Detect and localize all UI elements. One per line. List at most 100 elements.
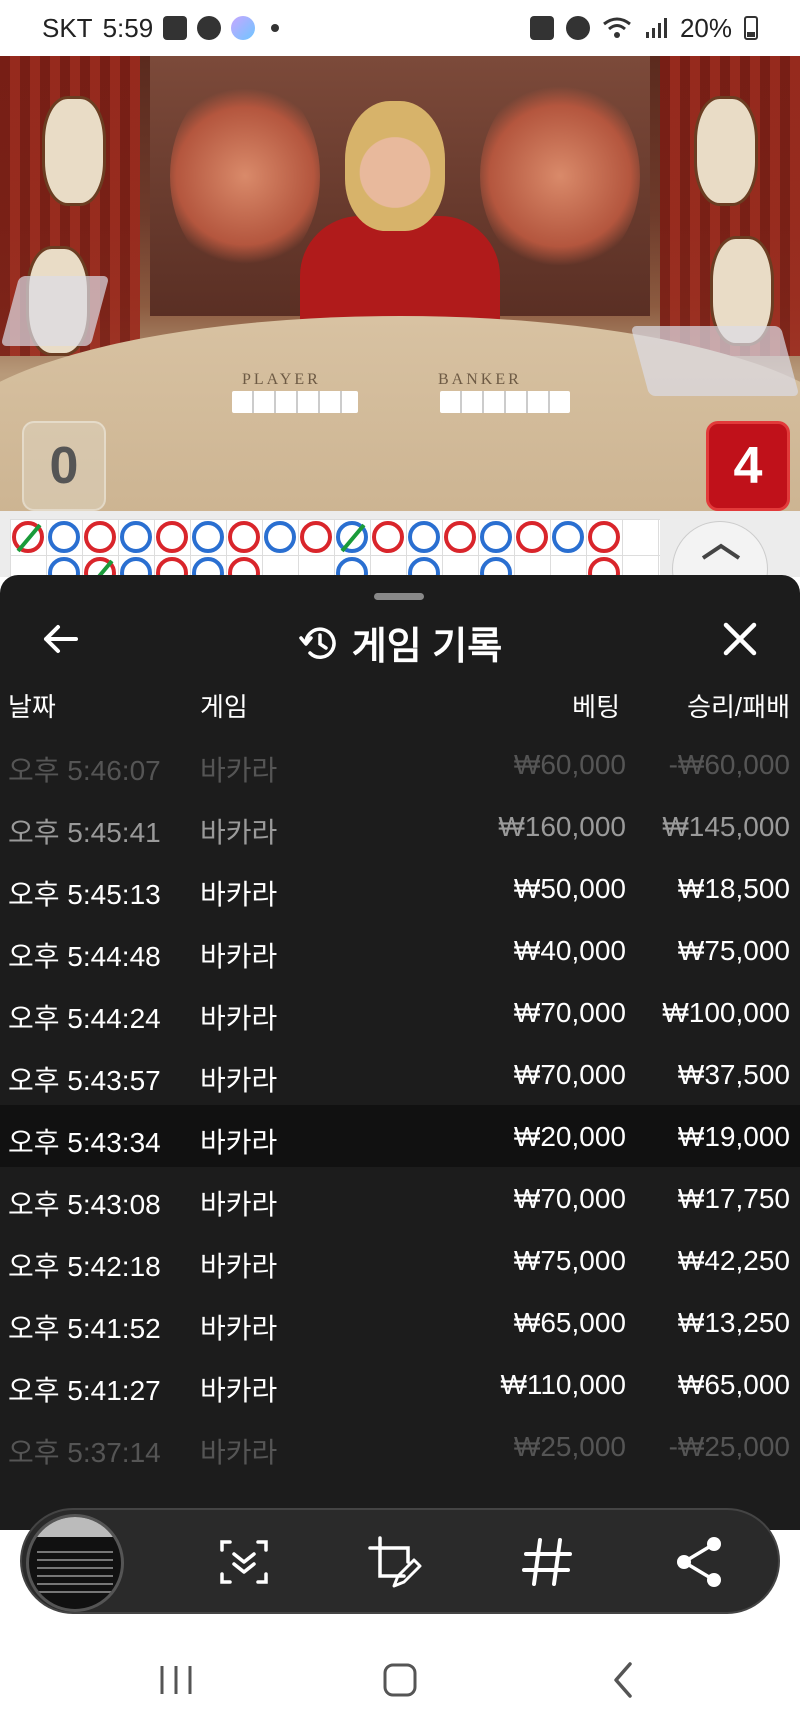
more-notifications-dot-icon [271,24,280,32]
red-bead [372,521,404,553]
blue-bead [120,557,152,577]
red-bead [12,521,44,553]
row-result: -₩60,000 [668,749,790,780]
system-navigation-bar [0,1620,800,1734]
sheet-title: 게임 기록 [351,626,503,668]
table-row[interactable]: 오후 5:41:27 바카라 ₩110,000 ₩65,000 [0,1353,800,1415]
screenshot-thumbnail[interactable] [26,1514,124,1612]
table-row[interactable]: 오후 5:44:24 바카라 ₩70,000 ₩100,000 [0,981,800,1043]
red-bead [156,557,188,577]
row-date: 오후 5:44:24 [8,1003,161,1034]
table-row[interactable]: 오후 5:45:13 바카라 ₩50,000 ₩18,500 [0,857,800,919]
history-icon [299,626,336,659]
row-date: 오후 5:43:57 [8,1065,161,1096]
table-row[interactable]: 오후 5:41:52 바카라 ₩65,000 ₩13,250 [0,1291,800,1353]
lantern-icon [42,96,106,206]
share-icon[interactable] [670,1532,730,1592]
table-row[interactable]: 오후 5:46:07 바카라 ₩60,000 -₩60,000 [0,733,800,795]
banker-table-label: BANKER [438,371,522,388]
row-game: 바카라 [200,1375,278,1406]
row-game: 바카라 [200,1251,278,1282]
back-icon[interactable] [594,1650,654,1710]
sheet-drag-handle[interactable] [374,593,424,600]
clock: 5:59 [102,12,154,43]
table-row[interactable]: 오후 5:42:18 바카라 ₩75,000 ₩42,250 [0,1229,800,1291]
history-table-header: 날짜 게임 베팅 승리/패배 [0,687,800,727]
row-game: 바카라 [200,817,278,848]
card-discard-tray [0,276,110,346]
column-header-result: 승리/패배 [687,692,790,722]
banker-cards [440,391,570,413]
screenshot-toolbar [20,1508,780,1614]
hashtag-icon[interactable] [518,1532,578,1592]
row-bet: ₩110,000 [500,1369,626,1400]
row-result: ₩18,500 [677,873,790,904]
table-row[interactable]: 오후 5:37:14 바카라 ₩25,000 -₩25,000 [0,1415,800,1477]
row-game: 바카라 [200,879,278,910]
bead-roadmap [0,511,800,577]
row-bet: ₩65,000 [513,1307,626,1338]
blue-bead [480,521,512,553]
battery-percent: 20% [679,12,732,43]
row-game: 바카라 [200,1065,278,1096]
blue-bead [192,521,224,553]
table-row[interactable]: 오후 5:45:41 바카라 ₩160,000 ₩145,000 [0,795,800,857]
crop-edit-icon[interactable] [364,1532,424,1592]
row-date: 오후 5:41:52 [8,1313,161,1344]
row-result: -₩25,000 [668,1431,790,1462]
lantern-icon [694,96,758,206]
wifi-icon [603,17,631,38]
column-header-bet: 베팅 [572,692,620,722]
blue-bead [336,557,368,577]
player-cards [232,391,358,413]
row-result: ₩17,750 [677,1183,790,1214]
tie-marker [340,523,366,553]
sheet-title-group: 게임 기록 [0,615,800,670]
red-bead [444,521,476,553]
red-bead [156,521,188,553]
history-table-body: 오후 5:46:07 바카라 ₩60,000 -₩60,000 오후 5:45:… [0,733,800,1477]
signal-icon [645,18,667,38]
table-row-highlighted[interactable]: 오후 5:43:34 바카라 ₩20,000 ₩19,000 [0,1105,800,1167]
row-game: 바카라 [200,1437,278,1468]
blue-bead [408,557,440,577]
row-bet: ₩70,000 [513,997,626,1028]
battery-icon [744,16,758,40]
row-bet: ₩60,000 [513,749,626,780]
dealer-head [345,101,445,231]
row-bet: ₩160,000 [498,811,626,842]
column-header-date: 날짜 [8,692,56,722]
recent-apps-icon[interactable] [146,1650,206,1710]
cherry-blossom-right [480,76,640,276]
cherry-blossom-left [170,76,320,276]
roadmap-grid [10,519,660,577]
sheet-header: 게임 기록 [0,605,800,675]
blue-bead [48,557,80,577]
column-header-game: 게임 [200,692,248,722]
table-row[interactable]: 오후 5:43:08 바카라 ₩70,000 ₩17,750 [0,1167,800,1229]
close-icon[interactable] [718,617,762,661]
row-game: 바카라 [200,1313,278,1344]
row-game: 바카라 [200,1127,278,1158]
card-shoe [630,326,800,396]
row-date: 오후 5:37:14 [8,1437,161,1468]
table-row[interactable]: 오후 5:44:48 바카라 ₩40,000 ₩75,000 [0,919,800,981]
scroll-capture-icon[interactable] [214,1532,274,1592]
roadmap-expand-button[interactable] [672,521,768,577]
home-icon[interactable] [370,1650,430,1710]
row-date: 오후 5:43:08 [8,1189,161,1220]
blue-bead [408,521,440,553]
row-date: 오후 5:41:27 [8,1375,161,1406]
live-dealer-video: PLAYER BANKER 0 4 [0,56,800,511]
red-bead [516,521,548,553]
table-row[interactable]: 오후 5:43:57 바카라 ₩70,000 ₩37,500 [0,1043,800,1105]
player-table-label: PLAYER [242,371,321,388]
row-date: 오후 5:45:41 [8,817,161,848]
row-result: ₩145,000 [662,811,790,842]
row-date: 오후 5:46:07 [8,755,161,786]
nfc-icon [529,16,554,40]
row-result: ₩19,000 [677,1121,790,1152]
banker-score: 4 [706,421,790,511]
red-bead [84,557,116,577]
row-game: 바카라 [200,1189,278,1220]
